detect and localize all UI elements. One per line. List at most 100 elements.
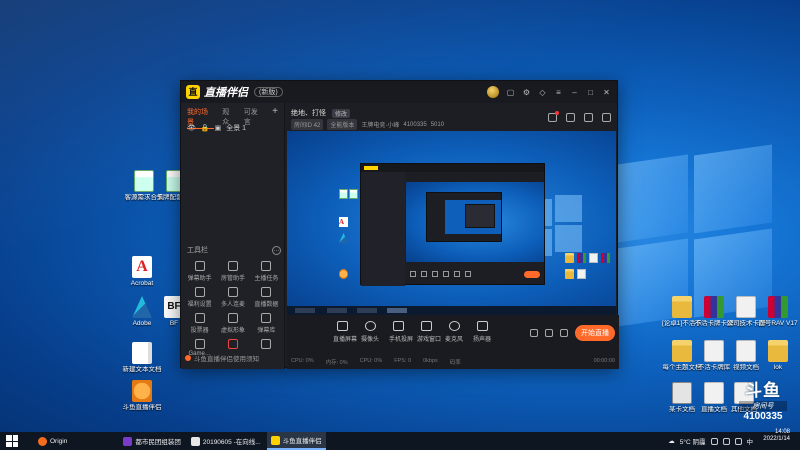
file-icon	[704, 340, 724, 362]
task-icon	[261, 261, 272, 271]
taskbar-clock[interactable]: 14:08 2022/1/14	[763, 429, 790, 443]
file-icon	[736, 296, 756, 318]
app-logo-icon: 直	[186, 85, 200, 99]
room-label: 房间号	[739, 401, 787, 411]
download-icon	[261, 339, 272, 349]
bell-icon[interactable]	[584, 113, 593, 122]
tool-item[interactable]: 多人连麦	[216, 287, 249, 308]
speaker-icon	[476, 321, 488, 331]
add-scene-button[interactable]: +	[272, 107, 278, 117]
volume-icon[interactable]	[734, 437, 742, 445]
tool-item[interactable]: 弹幕助手	[183, 261, 216, 282]
taskbar-item[interactable]: 20190605 -在向线...	[187, 432, 265, 450]
desktop-icon[interactable]: 新建文本文档	[122, 342, 162, 374]
gift-icon[interactable]	[548, 111, 559, 122]
start-live-button[interactable]: 开始直播	[575, 325, 615, 341]
room-meta-text: 5010	[430, 121, 445, 128]
speaker-button[interactable]: 扬声器	[473, 321, 491, 343]
version-badge[interactable]: (新版)	[254, 87, 283, 97]
room-meta-chip: 全能版本	[327, 119, 358, 130]
new-icon	[227, 339, 238, 349]
ime-indicator[interactable]: 中	[747, 436, 754, 446]
tray-icon[interactable]	[710, 437, 718, 445]
sidebar-footer[interactable]: 斗鱼直播伴侣使用须知	[185, 353, 259, 363]
desktop-icon[interactable]: A Acrobat	[122, 256, 162, 288]
tool-item[interactable]: 房管助手	[216, 261, 249, 282]
film-icon	[672, 382, 692, 404]
network-icon[interactable]	[722, 437, 730, 445]
settings-icon[interactable]	[560, 329, 568, 337]
preview-desktop-icon	[349, 189, 358, 199]
preview-desktop-icon	[565, 253, 574, 263]
chat-icon[interactable]	[566, 113, 575, 122]
user-avatar[interactable]	[487, 86, 499, 98]
preview-eye-icon[interactable]	[545, 329, 553, 337]
stat-item: CPU: 0%	[359, 358, 383, 364]
download-icon	[227, 313, 238, 323]
screen-capture-button[interactable]: 直播屏幕	[333, 321, 357, 343]
stat-item: CPU: 0%	[291, 358, 314, 364]
room-meta-text: 王牌电竞·小峰	[361, 123, 400, 129]
tool-item[interactable]: 弹幕库	[250, 313, 283, 334]
footer-text: 斗鱼直播伴侣使用须知	[194, 356, 259, 363]
text-document-icon	[132, 342, 152, 364]
more-tools-icon[interactable]: …	[272, 245, 281, 255]
nested-app-window-3	[465, 204, 495, 228]
preview-desktop-icon: A	[339, 217, 348, 227]
taskbar-item[interactable]: 都市民团组装团	[119, 432, 185, 450]
lock-icon[interactable]: 🔒	[201, 124, 210, 132]
minimize-icon[interactable]: –	[570, 88, 579, 97]
shirt-icon[interactable]: ◇	[538, 88, 547, 97]
phone-cast-button[interactable]: 手机投屏	[389, 321, 413, 343]
close-icon[interactable]: ✕	[602, 88, 611, 97]
windows-taskbar: Origin 都市民团组装团 20190605 -在向线... 斗鱼直播伴侣 ☁…	[0, 432, 800, 450]
desktop-icon[interactable]: lok	[758, 340, 798, 372]
live-companion-window: 直 直播伴侣 (新版) ▢ ⚙ ◇ ≡ – □ ✕ 我的场景 观众 可发言 + …	[180, 80, 619, 369]
tool-item[interactable]: 直播数据	[250, 287, 283, 308]
nested-app-window-2	[426, 192, 502, 242]
desktop-icon[interactable]: 面号RAV V17	[758, 296, 798, 328]
folder-icon	[768, 340, 788, 362]
microphone-icon	[448, 321, 460, 331]
settings-icon[interactable]: ⚙	[522, 88, 531, 97]
maximize-icon[interactable]: □	[586, 88, 595, 97]
edit-title-button[interactable]: 修改	[332, 108, 351, 118]
tool-item[interactable]: 虚拟形象	[216, 313, 249, 334]
game-window-button[interactable]: 游戏窗口	[417, 321, 441, 343]
notice-icon	[185, 355, 191, 361]
record-icon[interactable]	[530, 329, 538, 337]
menu-icon[interactable]: ≡	[554, 88, 563, 97]
taskbar-item[interactable]: 斗鱼直播伴侣	[266, 432, 326, 450]
clock-time: 14:08	[774, 429, 790, 435]
window-titlebar[interactable]: 直 直播伴侣 (新版) ▢ ⚙ ◇ ≡ – □ ✕	[181, 81, 617, 103]
stat-item: FPS: 0	[394, 358, 412, 364]
share-icon[interactable]	[602, 113, 611, 122]
weather-icon[interactable]: ☁	[668, 437, 675, 445]
stream-preview[interactable]: A	[287, 131, 616, 315]
message-icon[interactable]: ▢	[506, 88, 515, 97]
document-icon	[190, 436, 200, 446]
microphone-button[interactable]: 麦克风	[445, 321, 463, 343]
tool-item[interactable]: 投票器	[183, 313, 216, 334]
eye-icon[interactable]: 👁	[187, 124, 196, 132]
stream-stats: CPU: 0% 内存: 0% CPU: 0% FPS: 0 0kbps 码率 0…	[291, 358, 615, 366]
preview-desktop-icon	[339, 189, 348, 199]
start-button[interactable]	[6, 435, 18, 447]
douyu-app-icon	[270, 435, 280, 445]
camera-button[interactable]: 摄像头	[361, 321, 379, 343]
room-meta-text: 4100335	[403, 121, 427, 128]
tool-item[interactable]: 主播任务	[250, 261, 283, 282]
taskbar-item[interactable]: Origin	[34, 432, 71, 450]
weather-text[interactable]: 5°C 阴霾	[680, 436, 706, 446]
taskbar-item-label: 都市民团组装团	[135, 439, 181, 446]
tool-item[interactable]: 福利设置	[183, 287, 216, 308]
folder-icon	[672, 296, 692, 318]
admin-icon	[227, 261, 238, 271]
danmaku-icon	[194, 261, 205, 271]
desktop-icon[interactable]: 斗鱼直播伴侣	[122, 380, 162, 412]
live-timer: 00:00:00	[593, 358, 615, 364]
stat-item: 码率	[449, 360, 461, 366]
tab-speakers[interactable]: 可发言	[244, 107, 264, 127]
folder-icon	[672, 340, 692, 362]
game-icon	[194, 339, 205, 349]
